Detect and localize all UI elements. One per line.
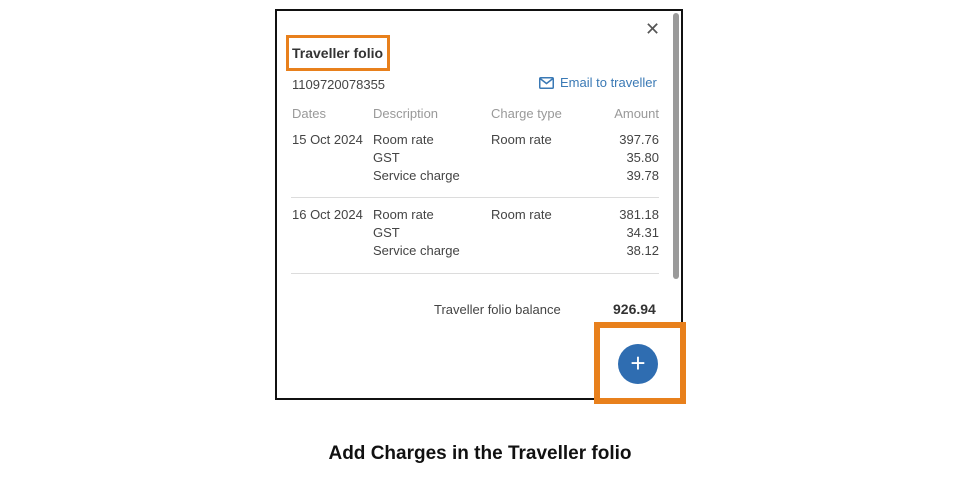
column-header-charge-type: Charge type (491, 106, 562, 121)
balance-value: 926.94 (613, 301, 656, 317)
charge-amount: 34.31 (626, 225, 659, 240)
charge-description: Room rate (373, 132, 434, 147)
charge-type: Room rate (491, 207, 552, 222)
charge-amount: 39.78 (626, 168, 659, 183)
group-divider (291, 197, 659, 198)
charge-type: Room rate (491, 132, 552, 147)
charge-date: 16 Oct 2024 (292, 207, 363, 222)
charge-amount: 381.18 (619, 207, 659, 222)
charge-amount: 397.76 (619, 132, 659, 147)
scrollbar[interactable] (673, 13, 679, 279)
column-header-amount: Amount (614, 106, 659, 121)
column-header-dates: Dates (292, 106, 326, 121)
group-divider (291, 273, 659, 274)
mail-icon (539, 76, 554, 89)
add-charge-button[interactable]: + (618, 344, 658, 384)
balance-label: Traveller folio balance (434, 302, 561, 317)
charge-description: GST (373, 150, 400, 165)
figure-caption: Add Charges in the Traveller folio (328, 443, 632, 464)
email-link-label: Email to traveller (560, 75, 657, 90)
charge-description: Service charge (373, 168, 460, 183)
charge-description: Room rate (373, 207, 434, 222)
email-to-traveller-link[interactable]: Email to traveller (539, 75, 657, 90)
charge-description: Service charge (373, 243, 460, 258)
panel-title: Traveller folio (292, 45, 384, 61)
charge-date: 15 Oct 2024 (292, 132, 363, 147)
charge-amount: 38.12 (626, 243, 659, 258)
column-header-description: Description (373, 106, 439, 121)
charge-amount: 35.80 (626, 150, 659, 165)
charge-description: GST (373, 225, 400, 240)
close-icon[interactable]: ✕ (645, 19, 660, 40)
plus-icon: + (630, 348, 646, 378)
folio-number: 1109720078355 (292, 77, 386, 92)
